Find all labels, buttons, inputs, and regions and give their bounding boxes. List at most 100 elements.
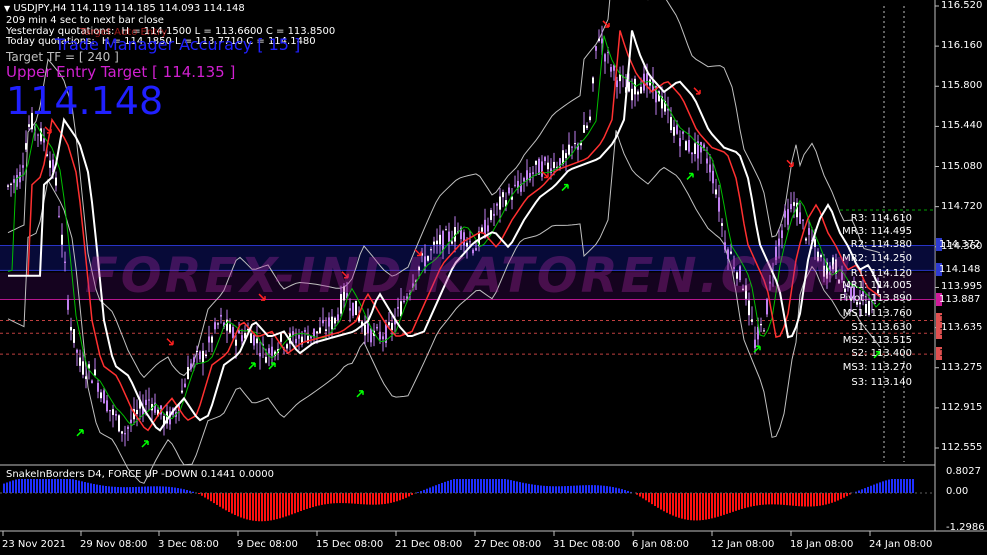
candle-body xyxy=(217,323,219,325)
candle-body xyxy=(616,80,618,88)
pivot-label: S1: 113.630 xyxy=(851,322,912,334)
candle-body xyxy=(799,212,801,224)
candle-body xyxy=(391,322,393,331)
pivot-label: MS1: 113.760 xyxy=(842,307,912,319)
candle-body xyxy=(205,354,207,357)
candle-body xyxy=(250,333,252,344)
candle-body xyxy=(793,202,795,206)
ohlc-values: 114.119 114.185 114.093 114.148 xyxy=(69,3,245,14)
candle-body xyxy=(598,38,600,41)
candle-body xyxy=(706,158,708,164)
candle-body xyxy=(685,141,687,151)
candle-body xyxy=(712,170,714,184)
pivot-label: R1: 114.120 xyxy=(850,267,912,279)
candle-body xyxy=(718,197,720,212)
candle-body xyxy=(94,369,96,376)
candle-body xyxy=(334,317,336,324)
candle-body xyxy=(214,322,216,330)
candle-body xyxy=(322,319,324,324)
candle-body xyxy=(544,157,546,162)
candle-body xyxy=(145,399,147,406)
candle-body xyxy=(589,116,591,121)
price-tag: 113.584 xyxy=(936,326,980,340)
time-axis-label: 6 Jan 08:00 xyxy=(632,539,689,550)
candle-body xyxy=(28,124,30,127)
pivot-label: Pivot: 113.890 xyxy=(839,293,912,305)
pivot-label: MR3: 114.495 xyxy=(842,225,912,237)
candle-body xyxy=(574,143,576,145)
candle-body xyxy=(286,344,288,349)
candle-body xyxy=(328,317,330,327)
candle-body xyxy=(763,330,765,332)
candle-body xyxy=(85,376,87,379)
candle-body xyxy=(82,361,84,375)
candle-body xyxy=(112,409,114,415)
candle-body xyxy=(121,431,123,434)
candle-body xyxy=(364,324,366,336)
candle-body xyxy=(670,117,672,131)
price-axis-label: 112.555 xyxy=(941,442,983,453)
sell-arrow-icon xyxy=(166,338,174,346)
candle-body xyxy=(805,238,807,241)
time-axis-label: 18 Jan 08:00 xyxy=(790,539,854,550)
candle-body xyxy=(709,164,711,173)
time-axis-label: 23 Nov 2021 xyxy=(2,539,67,550)
candle-body xyxy=(256,338,258,344)
candle-body xyxy=(25,143,27,150)
candle-body xyxy=(481,227,483,232)
pivot-label: R3: 114.610 xyxy=(850,212,912,224)
candle-body xyxy=(316,331,318,334)
candle-body xyxy=(349,308,351,311)
candle-body xyxy=(118,415,120,432)
candle-body xyxy=(721,223,723,226)
candle-body xyxy=(688,140,690,152)
candle-body xyxy=(295,338,297,344)
candle-body xyxy=(751,319,753,322)
candle-body xyxy=(106,400,108,412)
pivot-label: S3: 113.140 xyxy=(851,376,912,388)
candle-body xyxy=(496,203,498,206)
price-axis-label: 113.275 xyxy=(941,361,983,373)
dropdown-triangle-icon[interactable]: ▼ xyxy=(4,4,10,13)
price-tag: 113.699 xyxy=(936,313,980,327)
candle-body xyxy=(376,326,378,329)
price-axis-label: 115.080 xyxy=(941,160,983,172)
pivot-label: R2: 114.380 xyxy=(850,238,912,250)
candle-body xyxy=(433,241,435,245)
candle-body xyxy=(352,302,354,316)
candle-body xyxy=(235,339,237,346)
candle-body xyxy=(109,409,111,412)
subwindow-axis-label: 0.00 xyxy=(946,486,969,497)
candle-body xyxy=(97,382,99,392)
price-axis-label: 112.915 xyxy=(941,401,983,413)
candle-body xyxy=(760,323,762,326)
candle-body xyxy=(466,242,468,247)
candle-body xyxy=(568,144,570,155)
price-axis-label: 114.720 xyxy=(941,200,983,212)
candle-body xyxy=(682,131,684,134)
candle-body xyxy=(487,225,489,232)
candle-body xyxy=(100,392,102,399)
candle-body xyxy=(241,335,243,342)
candle-body xyxy=(259,353,261,357)
candle-body xyxy=(64,261,66,263)
price-axis-label: 115.440 xyxy=(941,120,983,132)
candle-body xyxy=(490,210,492,220)
price-axis-label: 116.160 xyxy=(941,40,983,52)
time-axis-label: 9 Dec 08:00 xyxy=(237,539,298,550)
candle-body xyxy=(802,219,804,221)
candle-body xyxy=(232,327,234,338)
candle-body xyxy=(790,203,792,210)
candle-body xyxy=(67,299,69,310)
chart-window[interactable]: FOREX-INDIKATOREN.COM ▼ USDJPY,H4 114.11… xyxy=(0,0,987,555)
candle-body xyxy=(787,209,789,225)
pivot-label: MS2: 113.515 xyxy=(842,334,912,346)
candle-body xyxy=(436,240,438,245)
candle-body xyxy=(439,234,441,245)
price-tag: 113.397 xyxy=(936,347,980,361)
candle-body xyxy=(61,234,63,245)
time-axis-label: 27 Dec 08:00 xyxy=(474,539,542,550)
candle-body xyxy=(136,409,138,415)
candle-body xyxy=(499,196,501,210)
candle-body xyxy=(13,179,15,183)
